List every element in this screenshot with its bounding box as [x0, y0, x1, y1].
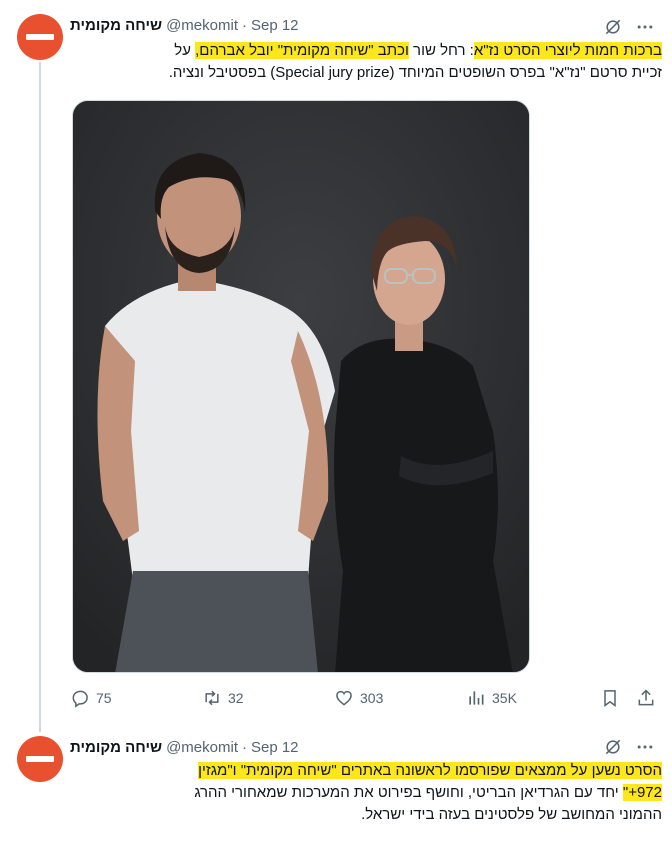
tweet-text-line: זכיית סרטם "נז"א" בפרס השופטים המיוחד (S… [168, 64, 662, 81]
grok-icon[interactable] [603, 737, 623, 757]
tweet-actions: 75 32 303 35K [70, 686, 662, 710]
avatar[interactable] [17, 736, 63, 782]
tweet-date[interactable]: Sep 12 [251, 17, 299, 34]
share-icon [638, 689, 654, 706]
tweet-header: שיחה מקומית @mekomit · Sep 12 [70, 736, 582, 758]
views-count: 35K [492, 690, 517, 706]
separator: · [241, 16, 247, 34]
tweet-photo[interactable] [72, 100, 530, 673]
views-button[interactable]: 35K [466, 686, 517, 710]
retweet-icon [205, 690, 219, 706]
more-icon[interactable] [634, 737, 656, 757]
author-name[interactable]: שיחה מקומית [70, 739, 162, 756]
retweet-count: 32 [228, 690, 244, 706]
reply-button[interactable]: 75 [70, 686, 112, 710]
like-count: 303 [360, 690, 384, 706]
highlighted-text: הסרט נשען על ממצאים שפורסמו לראשונה באתר… [198, 762, 662, 779]
more-icon[interactable] [634, 17, 656, 37]
tweet-text-line: ברכות חמות ליוצרי הסרט נז"א: רחל שור וכת… [70, 40, 662, 62]
tweet-text: ברכות חמות ליוצרי הסרט נז"א: רחל שור וכת… [70, 40, 662, 84]
views-icon [469, 691, 484, 705]
bookmark-icon [604, 690, 616, 707]
like-icon [336, 690, 352, 706]
text-segment: יחד עם הגרדיאן הבריטי, וחושף בפירוט את ה… [194, 784, 623, 801]
text-segment: : רחל שור [408, 42, 474, 59]
like-button[interactable]: 303 [334, 686, 383, 710]
author-handle[interactable]: @mekomit [166, 739, 238, 756]
author-name[interactable]: שיחה מקומית [70, 17, 162, 34]
text-segment: על [174, 42, 196, 59]
grok-icon[interactable] [603, 17, 623, 37]
tweet[interactable]: שיחה מקומית @mekomit · Sep 12 ברכות חמות… [0, 0, 672, 730]
share-button[interactable] [636, 686, 656, 710]
highlighted-text: וכתב "שיחה מקומית" יובל אברהם, [195, 42, 409, 59]
tweet-text: הסרט נשען על ממצאים שפורסמו לראשונה באתר… [70, 760, 662, 826]
retweet-button[interactable]: 32 [202, 686, 244, 710]
separator: · [241, 738, 247, 756]
tweet-text-line: 972+" יחד עם הגרדיאן הבריטי, וחושף בפירו… [70, 782, 662, 804]
bookmark-button[interactable] [600, 686, 620, 710]
photo-two-people [73, 101, 529, 672]
tweet-text-line: הסרט נשען על ממצאים שפורסמו לראשונה באתר… [70, 760, 662, 782]
highlighted-text: 972+" [622, 784, 662, 801]
tweet-text-line: ההמוני המחושב של פלסטינים בעזה בידי ישרא… [361, 806, 662, 823]
reply-icon [72, 690, 88, 708]
author-handle[interactable]: @mekomit [166, 17, 238, 34]
tweet-date[interactable]: Sep 12 [251, 739, 299, 756]
tweet[interactable]: שיחה מקומית @mekomit · Sep 12 הסרט נשען … [0, 730, 672, 842]
reply-count: 75 [96, 690, 112, 706]
tweet-header: שיחה מקומית @mekomit · Sep 12 [70, 14, 582, 36]
avatar[interactable] [17, 14, 63, 60]
highlighted-text: ברכות חמות ליוצרי הסרט נז"א [473, 42, 662, 59]
